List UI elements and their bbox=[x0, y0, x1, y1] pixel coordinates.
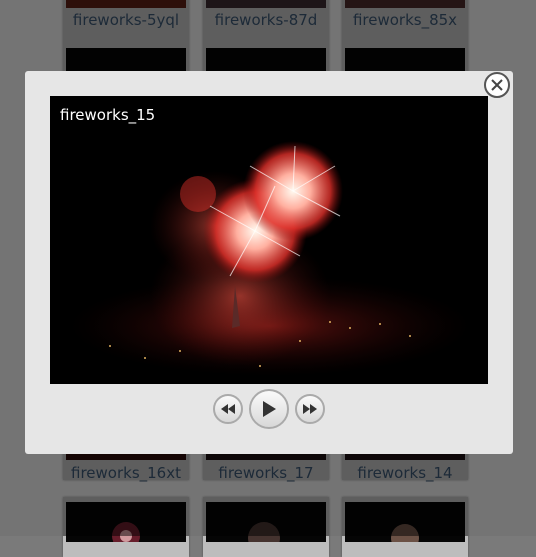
close-icon bbox=[491, 79, 503, 91]
play-icon bbox=[263, 401, 276, 417]
previous-icon bbox=[221, 404, 235, 414]
lightbox-title: fireworks_15 bbox=[50, 96, 166, 132]
close-button[interactable] bbox=[484, 72, 510, 98]
next-button[interactable] bbox=[295, 394, 325, 424]
previous-button[interactable] bbox=[213, 394, 243, 424]
lightbox-image bbox=[50, 96, 488, 384]
play-button[interactable] bbox=[249, 389, 289, 429]
next-icon bbox=[303, 404, 317, 414]
